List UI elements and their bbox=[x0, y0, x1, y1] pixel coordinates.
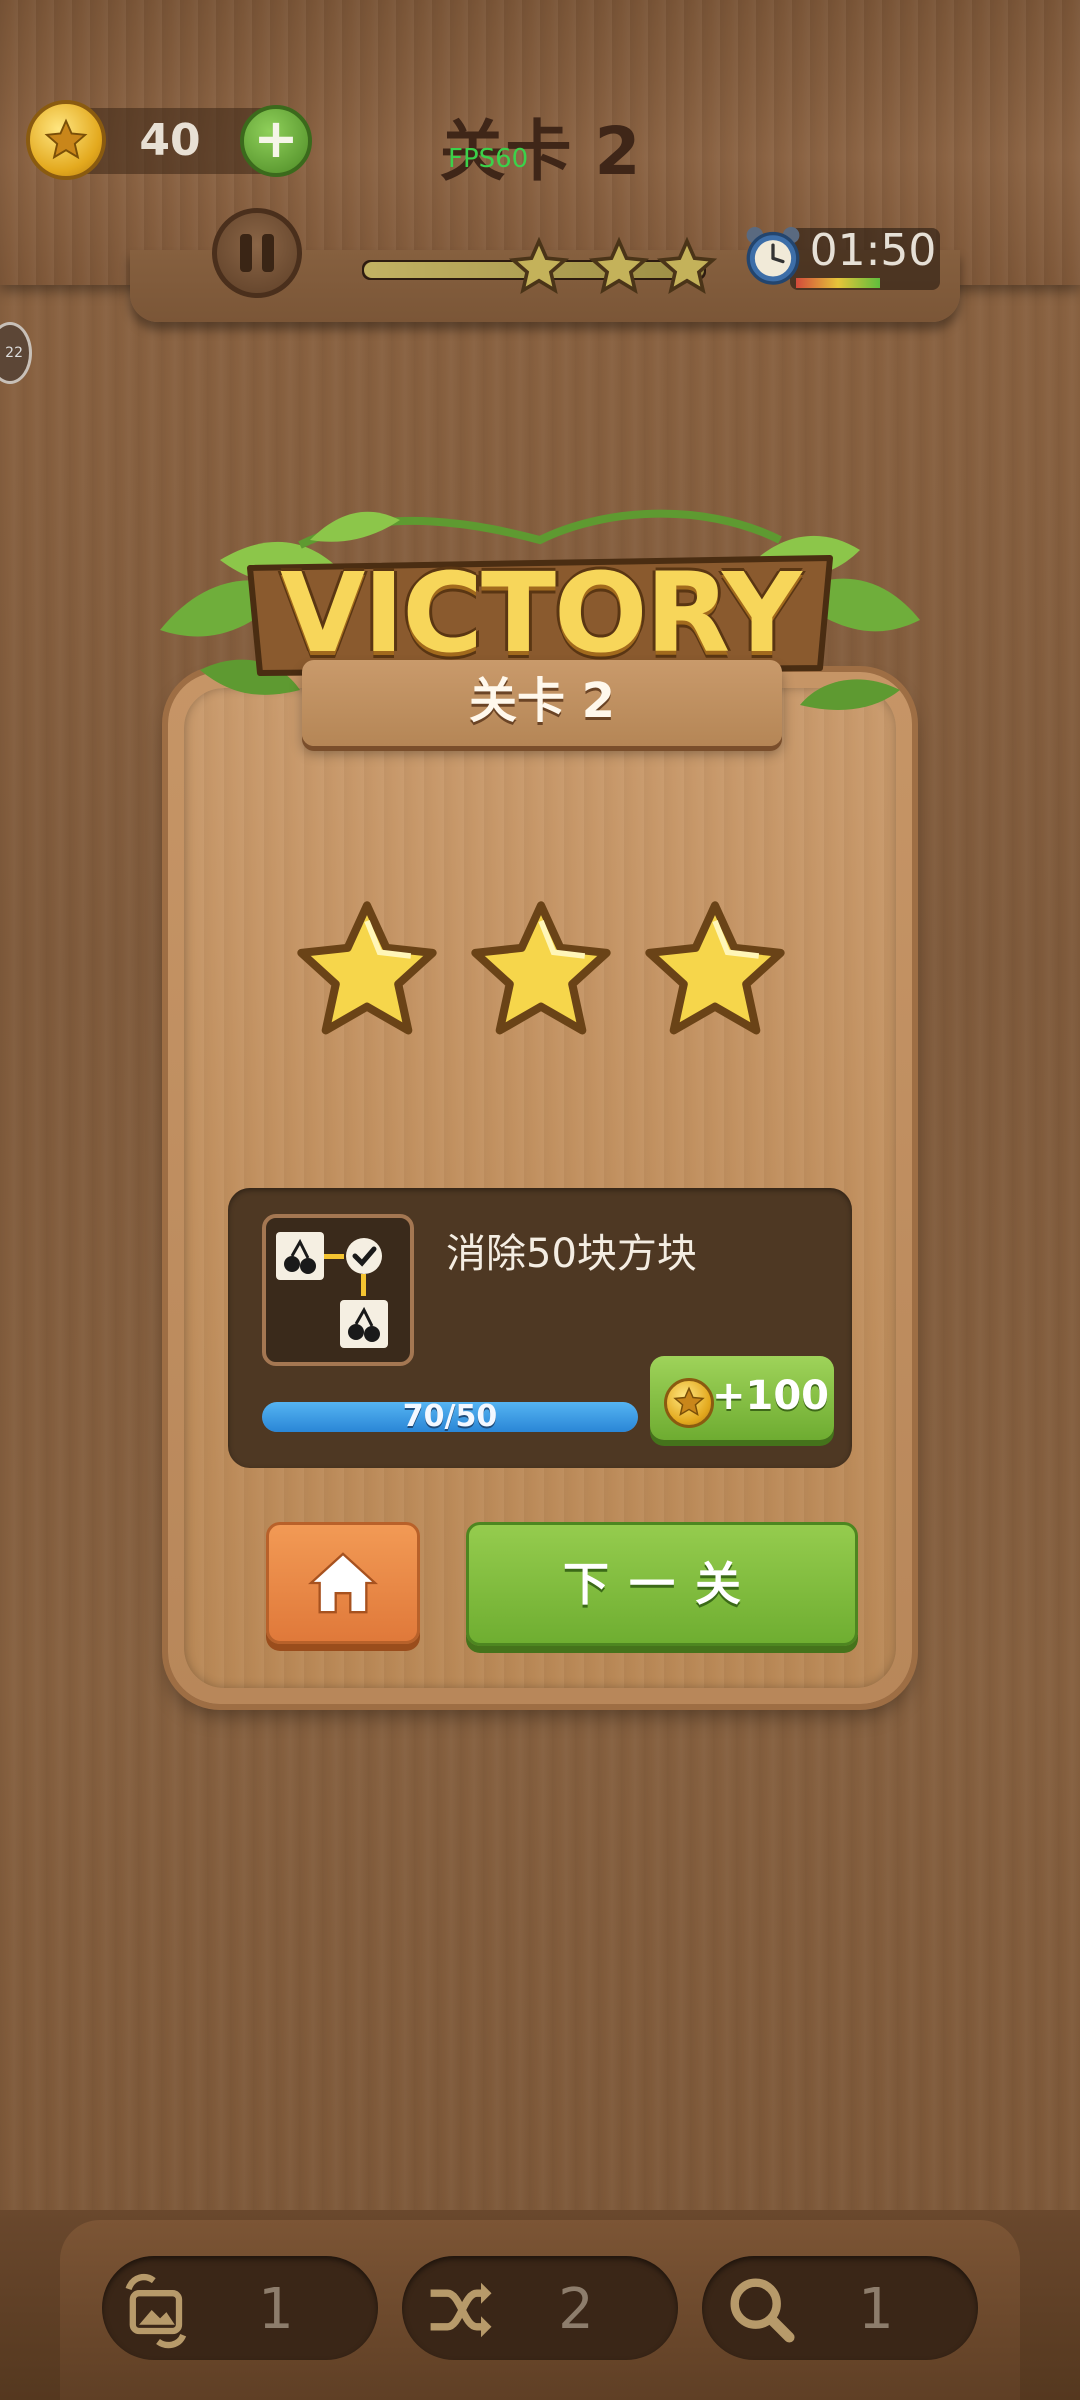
rating-star-2-icon bbox=[471, 901, 611, 1035]
swap-image-icon bbox=[125, 2274, 187, 2349]
rating-star-3-icon bbox=[645, 901, 785, 1035]
rating-star-1-icon bbox=[297, 901, 437, 1035]
booster-swap-count: 1 bbox=[258, 2277, 294, 2342]
fps-counter: FPS60 bbox=[448, 144, 529, 174]
home-icon bbox=[308, 1552, 378, 1614]
reward-amount: +100 bbox=[712, 1373, 830, 1419]
timer-text: 01:50 bbox=[809, 225, 937, 276]
level-plate-label: 关卡 2 bbox=[468, 673, 616, 729]
next-level-button[interactable]: 下一关 bbox=[466, 1522, 858, 1646]
side-badge[interactable]: 22 bbox=[0, 322, 32, 384]
pause-icon bbox=[240, 234, 252, 272]
victory-title: VICTORY bbox=[280, 549, 802, 677]
quest-title: 消除50块方块 bbox=[446, 1231, 697, 1277]
progress-star-1-icon bbox=[508, 236, 570, 294]
pause-button[interactable] bbox=[212, 208, 302, 298]
quest-progress-text: 70/50 bbox=[402, 1399, 498, 1434]
progress-star-2-icon bbox=[588, 236, 650, 294]
progress-star-3-icon bbox=[656, 236, 718, 294]
home-button[interactable] bbox=[266, 1522, 420, 1644]
shuffle-icon bbox=[430, 2282, 492, 2338]
booster-shuffle-count: 2 bbox=[558, 2277, 594, 2342]
coin-icon bbox=[26, 100, 106, 180]
cherry-match-icon bbox=[276, 1232, 388, 1348]
coin-count: 40 bbox=[139, 115, 201, 166]
booster-hint-count: 1 bbox=[858, 2277, 894, 2342]
timer-bar bbox=[796, 278, 880, 288]
quest-icon-frame bbox=[262, 1214, 414, 1366]
reward-coin-icon bbox=[664, 1378, 714, 1428]
magnifier-icon bbox=[730, 2278, 795, 2343]
add-coins-button[interactable]: + bbox=[240, 105, 312, 177]
